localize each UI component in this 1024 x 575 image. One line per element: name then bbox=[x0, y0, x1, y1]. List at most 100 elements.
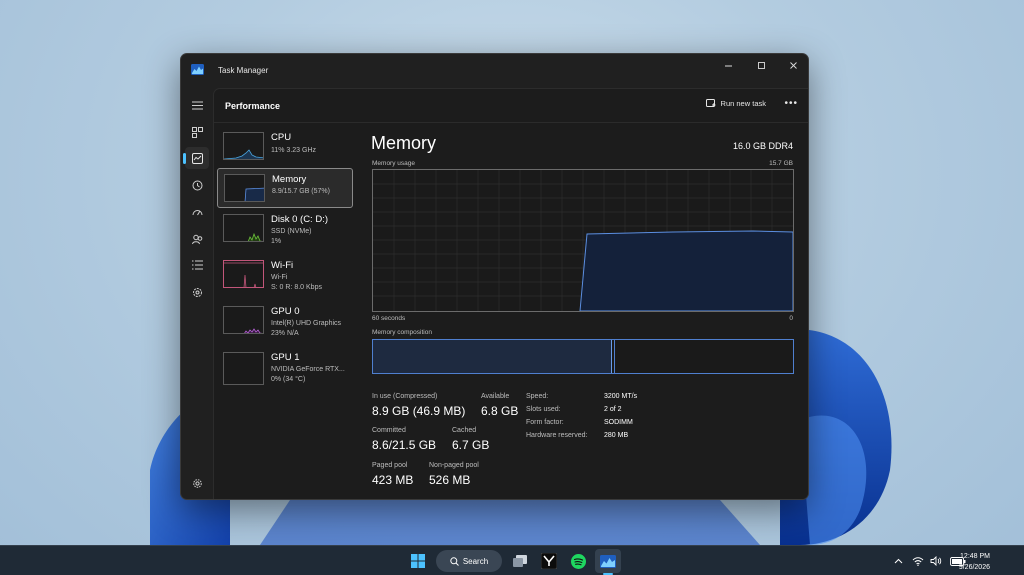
slots-used-label: Slots used: bbox=[526, 406, 561, 413]
more-options-button[interactable]: ••• bbox=[784, 98, 798, 109]
nav-app-history[interactable] bbox=[185, 174, 209, 196]
show-hidden-icons-button[interactable] bbox=[892, 555, 904, 567]
resource-detail: 23% N/A bbox=[271, 330, 299, 337]
hardware-reserved-label: Hardware reserved: bbox=[526, 432, 588, 439]
task-view-button[interactable] bbox=[508, 549, 532, 573]
task-manager-window: Task Manager Performance Run new task ••… bbox=[180, 53, 809, 500]
non-paged-pool-value: 526 MB bbox=[429, 473, 471, 487]
memory-thumbnail bbox=[224, 174, 265, 202]
settings-button[interactable] bbox=[188, 474, 206, 492]
resource-detail: 8.9/15.7 GB (57%) bbox=[272, 188, 330, 195]
form-factor-value: SODIMM bbox=[604, 419, 633, 426]
resource-memory[interactable]: Memory 8.9/15.7 GB (57%) bbox=[217, 168, 353, 208]
run-new-task-button[interactable]: Run new task bbox=[705, 99, 766, 108]
cpu-thumbnail bbox=[223, 132, 264, 160]
resource-name: Disk 0 (C: D:) bbox=[271, 214, 328, 225]
memory-usage-graph bbox=[372, 169, 794, 312]
volume-tray-button[interactable] bbox=[930, 555, 942, 567]
time-axis-left: 60 seconds bbox=[372, 315, 406, 322]
composition-in-use bbox=[373, 340, 613, 373]
hardware-reserved-value: 280 MB bbox=[604, 432, 629, 439]
nav-services[interactable] bbox=[185, 281, 209, 303]
close-icon bbox=[789, 61, 797, 69]
paged-pool-label: Paged pool bbox=[372, 462, 408, 469]
app-y-button[interactable] bbox=[537, 549, 561, 573]
run-task-icon bbox=[705, 99, 716, 107]
resource-name: Memory bbox=[272, 174, 307, 185]
resource-disk[interactable]: Disk 0 (C: D:) SSD (NVMe) 1% bbox=[217, 209, 353, 249]
memory-usage-area bbox=[579, 230, 794, 312]
maximize-button[interactable] bbox=[745, 54, 777, 76]
nav-startup-apps[interactable] bbox=[185, 201, 209, 223]
gpu0-sparkline bbox=[244, 328, 263, 333]
nav-performance[interactable] bbox=[183, 147, 209, 169]
resource-name: CPU bbox=[271, 132, 292, 143]
taskbar-search-button[interactable]: Search bbox=[436, 550, 502, 572]
resource-detail: Intel(R) UHD Graphics bbox=[271, 320, 342, 327]
nav-details[interactable] bbox=[185, 254, 209, 276]
available-label: Available bbox=[481, 393, 510, 400]
speed-value: 3200 MT/s bbox=[604, 393, 638, 400]
resource-gpu1[interactable]: GPU 1 NVIDIA GeForce RTX... 0% (34 °C) bbox=[217, 347, 353, 387]
clock-date: 9/26/2026 bbox=[958, 564, 990, 571]
committed-label: Committed bbox=[372, 427, 406, 434]
memory-usage-label: Memory usage bbox=[372, 160, 415, 167]
resource-detail: 11% 3.23 GHz bbox=[271, 147, 317, 154]
resource-detail: SSD (NVMe) bbox=[271, 228, 312, 235]
hamburger-icon bbox=[191, 101, 203, 109]
memory-max-label: 15.7 GB bbox=[769, 160, 793, 167]
disk-sparkline bbox=[247, 232, 263, 241]
performance-icon bbox=[191, 152, 203, 164]
form-factor-label: Form factor: bbox=[526, 419, 564, 426]
startup-gauge-icon bbox=[192, 209, 202, 215]
app-y-icon bbox=[541, 553, 557, 569]
clock-time: 12:48 PM bbox=[960, 553, 990, 560]
resource-detail: S: 0 R: 8.0 Kbps bbox=[271, 284, 322, 291]
gpu0-thumbnail bbox=[223, 306, 264, 334]
task-manager-taskbar-icon bbox=[600, 554, 616, 568]
resource-gpu0[interactable]: GPU 0 Intel(R) UHD Graphics 23% N/A bbox=[217, 301, 353, 341]
maximize-icon bbox=[757, 61, 765, 69]
close-button[interactable] bbox=[777, 54, 808, 76]
page-header: Performance Run new task ••• bbox=[214, 89, 808, 123]
resource-detail: NVIDIA GeForce RTX... bbox=[271, 366, 345, 373]
memory-composition-label: Memory composition bbox=[372, 329, 432, 336]
window-title: Task Manager bbox=[218, 66, 269, 75]
navigation-rail bbox=[181, 88, 213, 499]
resource-name: Wi-Fi bbox=[271, 260, 294, 271]
taskbar-task-manager-button[interactable] bbox=[595, 549, 621, 573]
paged-pool-value: 423 MB bbox=[372, 473, 414, 487]
resource-cpu[interactable]: CPU 11% 3.23 GHz bbox=[217, 127, 353, 167]
gpu1-thumbnail bbox=[223, 352, 264, 385]
task-manager-icon bbox=[191, 64, 204, 75]
composition-divider bbox=[614, 340, 616, 373]
services-icon bbox=[192, 287, 202, 297]
taskbar: Search 12:48 PM 9/26/2026 bbox=[0, 545, 1024, 575]
processes-icon bbox=[191, 126, 203, 138]
search-icon bbox=[450, 556, 459, 566]
hamburger-menu-button[interactable] bbox=[185, 94, 209, 116]
cpu-sparkline bbox=[224, 149, 263, 159]
run-new-task-label: Run new task bbox=[720, 99, 766, 108]
spotify-button[interactable] bbox=[566, 549, 590, 573]
title-bar[interactable]: Task Manager bbox=[181, 54, 808, 88]
chevron-up-icon bbox=[894, 558, 902, 564]
in-use-label: In use (Compressed) bbox=[372, 393, 438, 400]
users-icon bbox=[191, 234, 202, 244]
slots-used-value: 2 of 2 bbox=[604, 406, 622, 413]
time-axis-right: 0 bbox=[789, 315, 793, 322]
in-use-value: 8.9 GB (46.9 MB) bbox=[372, 404, 466, 418]
nav-processes[interactable] bbox=[185, 121, 209, 143]
cached-label: Cached bbox=[452, 427, 477, 434]
minimize-button[interactable] bbox=[712, 54, 744, 76]
nav-users[interactable] bbox=[185, 228, 209, 250]
resource-detail: Wi-Fi bbox=[271, 274, 288, 281]
start-button[interactable] bbox=[406, 549, 430, 573]
resource-detail: 1% bbox=[271, 238, 282, 245]
memory-spec: 16.0 GB DDR4 bbox=[732, 141, 793, 151]
resource-wifi[interactable]: Wi-Fi Wi-Fi S: 0 R: 8.0 Kbps bbox=[217, 255, 353, 295]
taskbar-clock[interactable]: 12:48 PM 9/26/2026 bbox=[959, 551, 990, 573]
resource-name: GPU 1 bbox=[271, 352, 300, 363]
network-tray-button[interactable] bbox=[912, 555, 924, 567]
wifi-thumbnail bbox=[223, 260, 264, 288]
